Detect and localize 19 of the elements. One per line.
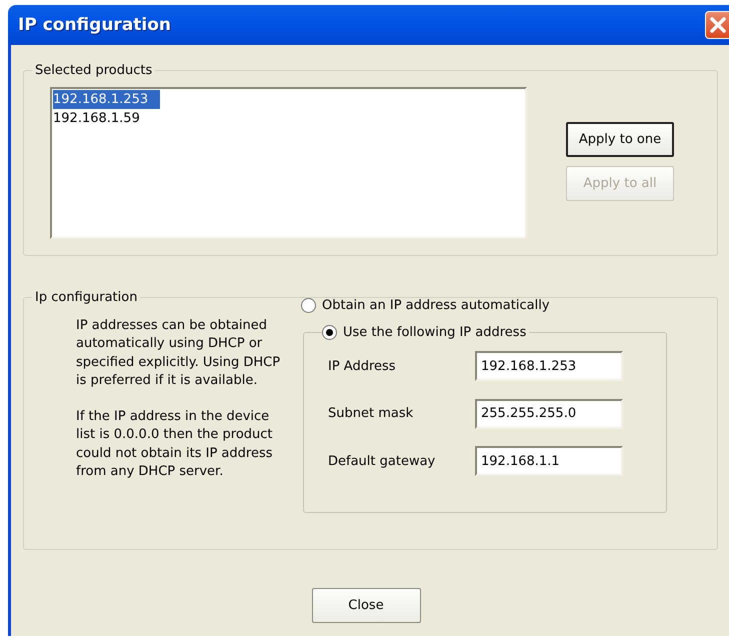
group-label: Selected products xyxy=(34,63,154,78)
input-field[interactable]: 255.255.255.0 xyxy=(475,398,623,428)
list-item[interactable]: 192.168.1.59 xyxy=(53,109,152,128)
input-field[interactable]: 192.168.1.253 xyxy=(475,351,623,381)
field-label: IP Address xyxy=(328,358,397,374)
apply-button[interactable]: Apply to one xyxy=(566,122,674,157)
description-text: IP addresses can be obtained automatically using DHCP or specified explicitly. Using DHCP is preferred if it is available. xyxy=(76,317,282,390)
group-label: Ip configuration xyxy=(34,290,138,305)
close-button[interactable]: Close xyxy=(312,588,420,623)
input-field[interactable]: 192.168.1.1 xyxy=(475,446,623,476)
field-label: Subnet mask xyxy=(328,406,414,421)
close-icon[interactable] xyxy=(705,11,729,39)
radio-option[interactable]: Obtain an IP address automatically xyxy=(301,298,667,313)
product-list[interactable]: 192.168.1.253 192.168.1.59 xyxy=(50,87,527,239)
field-label: Default gateway xyxy=(328,454,436,468)
radio-option[interactable]: Use the following IP address xyxy=(322,325,530,340)
window-title: IP configuration xyxy=(17,15,172,35)
description-text: If the IP address in the device list is 0.0.0.0 then the product could not obtain its IP address from any DHCP server. xyxy=(76,408,274,482)
list-item[interactable]: 192.168.1.253 xyxy=(53,90,160,109)
